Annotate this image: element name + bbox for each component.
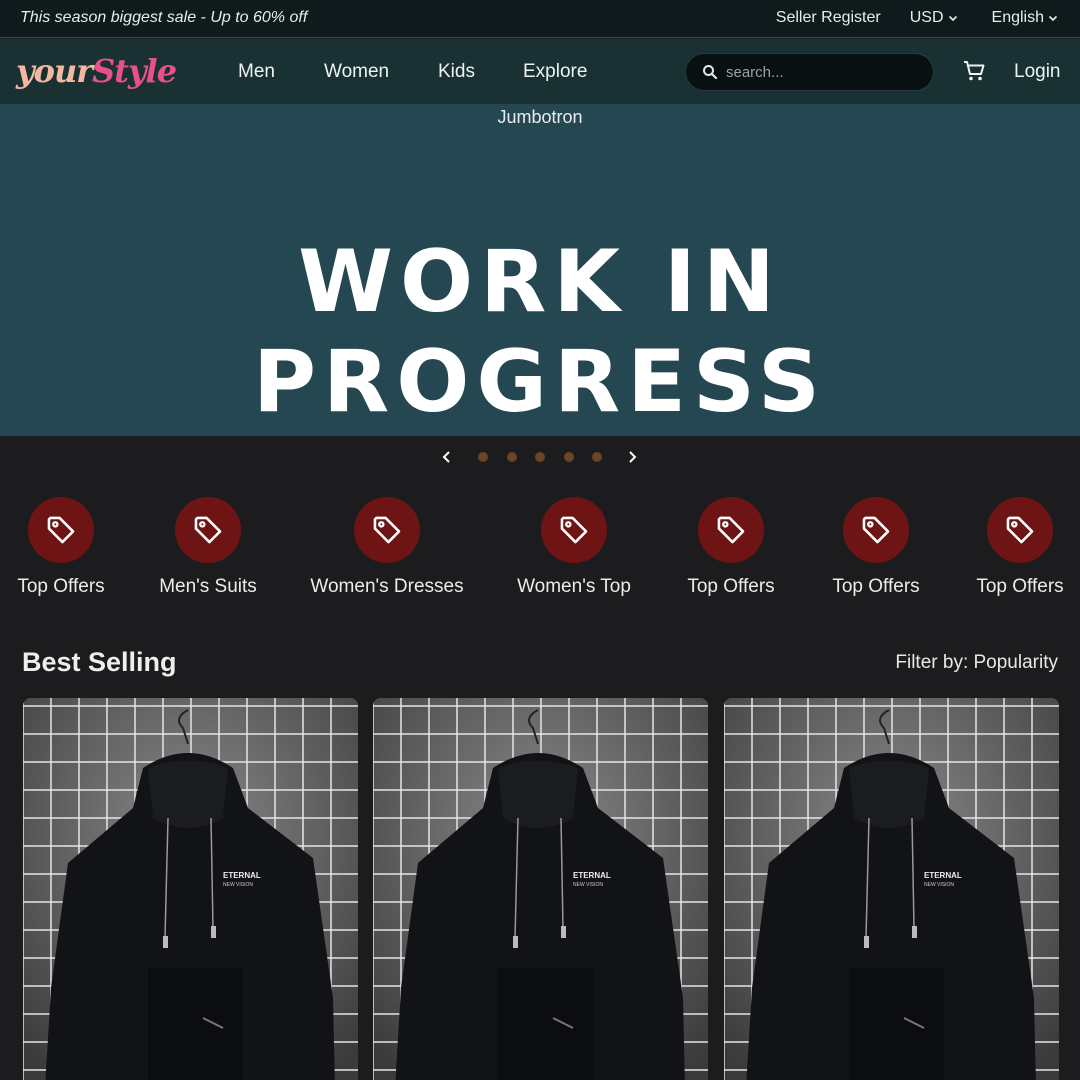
category-item[interactable]: Women's Dresses [297,497,477,598]
search-icon [703,65,718,80]
tag-icon [47,516,75,544]
category-item[interactable]: Women's Top [484,497,664,598]
chevron-right-icon[interactable] [626,449,638,465]
chevron-down-icon [948,15,957,22]
jumbotron-label: Jumbotron [497,107,583,127]
category-icon-circle [987,497,1053,563]
hero-title: WORK IN PROGRESS [253,232,827,432]
print-text-line1: ETERNAL [573,871,611,880]
tag-icon [560,516,588,544]
language-select[interactable]: English [992,9,1058,27]
category-label: Men's Suits [159,576,257,597]
nav-link-men[interactable]: Men [238,61,275,83]
category-icon-circle [175,497,241,563]
tag-icon [862,516,890,544]
brand-logo[interactable]: yourStyle [16,52,177,90]
tag-icon [194,516,222,544]
logo-part-your: your [16,52,93,90]
print-text-line1: ETERNAL [223,871,261,880]
nav-link-women[interactable]: Women [324,61,389,83]
language-label: English [991,9,1044,26]
product-card[interactable]: ETERNAL NEW VISION [23,698,358,1080]
logo-part-style: Style [92,52,177,90]
category-icon-circle [541,497,607,563]
product-card[interactable]: ETERNAL NEW VISION [724,698,1059,1080]
main-navbar: yourStyle Men Women Kids Explore Login [0,39,1080,104]
product-image: ETERNAL NEW VISION [23,698,358,1080]
currency-label: USD [909,9,944,26]
cart-icon[interactable] [962,60,986,82]
seller-register-link[interactable]: Seller Register [776,9,881,27]
carousel-dot[interactable] [592,452,602,462]
print-text-line1: ETERNAL [924,871,962,880]
carousel-controls [0,447,1080,467]
carousel-dot[interactable] [507,452,517,462]
currency-select[interactable]: USD [910,9,958,27]
tag-icon [373,516,401,544]
nav-link-explore[interactable]: Explore [523,61,587,83]
tag-icon [717,516,745,544]
carousel-dot[interactable] [535,452,545,462]
tag-icon [1006,516,1034,544]
search-input[interactable] [726,63,906,81]
carousel-dot[interactable] [564,452,574,462]
promo-bar: This season biggest sale - Up to 60% off… [0,0,1080,38]
carousel-dot[interactable] [478,452,488,462]
nav-link-kids[interactable]: Kids [438,61,475,83]
category-item[interactable]: Men's Suits [118,497,298,598]
chevron-left-icon[interactable] [441,449,453,465]
category-icon-circle [354,497,420,563]
print-text-line2: NEW VISION [924,882,954,888]
category-label: Women's Dresses [310,576,464,597]
category-icon-circle [28,497,94,563]
category-icon-circle [698,497,764,563]
print-text-line2: NEW VISION [223,882,253,888]
product-image: ETERNAL NEW VISION [373,698,708,1080]
category-label: Women's Top [517,576,631,597]
filter-dropdown[interactable]: Filter by: Popularity [895,652,1058,674]
category-item[interactable]: Top Offers [930,497,1080,598]
jumbotron: Jumbotron WORK IN PROGRESS [0,104,1080,436]
product-image: ETERNAL NEW VISION [724,698,1059,1080]
print-text-line2: NEW VISION [573,882,603,888]
chevron-down-icon [1048,15,1058,22]
category-icon-circle [843,497,909,563]
promo-text: This season biggest sale - Up to 60% off [20,9,308,26]
search-bar[interactable] [685,53,934,91]
login-link[interactable]: Login [1014,61,1061,83]
best-selling-title: Best Selling [22,647,177,677]
category-label: Top Offers [976,576,1064,597]
product-card[interactable]: ETERNAL NEW VISION [373,698,708,1080]
